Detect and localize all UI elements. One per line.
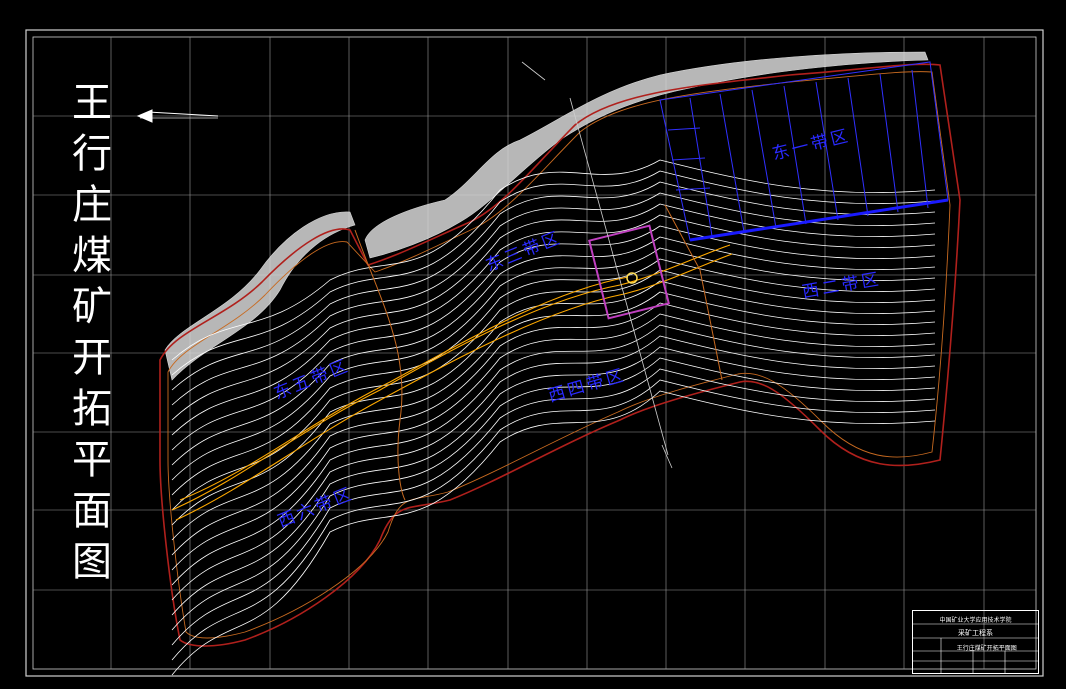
title-char: 庄: [72, 182, 112, 228]
title-char: 煤: [72, 233, 112, 279]
title-char: 面: [72, 488, 112, 534]
title-char: 矿: [72, 284, 112, 330]
title-char: 行: [72, 131, 112, 177]
title-char: 拓: [72, 386, 112, 432]
title-char: 开: [72, 335, 112, 381]
drawing-title: 王 行 庄 煤 矿 开 拓 平 面 图: [62, 78, 122, 588]
title-char: 平: [72, 437, 112, 483]
title-char: 图: [72, 539, 112, 585]
drawing-background: [0, 0, 1066, 689]
mine-plan-canvas: [0, 0, 1066, 689]
title-block: 中国矿业大学应用技术学院 采矿工程系 王行庄煤矿开拓平面图: [912, 610, 1039, 674]
title-block-grid: [913, 623, 1038, 673]
title-char: 王: [72, 80, 112, 126]
